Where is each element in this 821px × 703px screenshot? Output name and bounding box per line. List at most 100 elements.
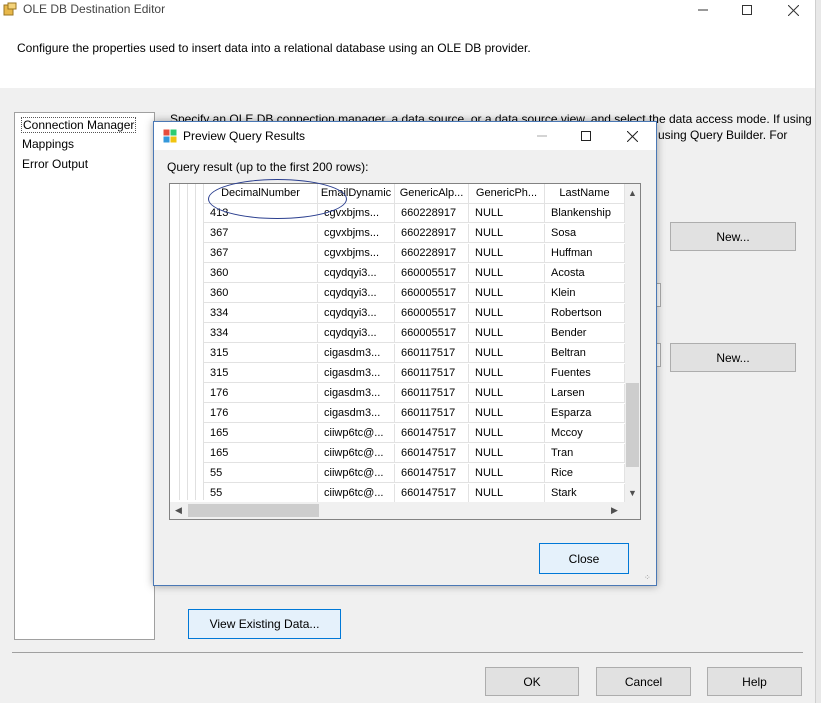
- table-cell: NULL: [469, 364, 545, 383]
- table-cell: 660228917: [395, 204, 469, 223]
- table-cell: NULL: [469, 464, 545, 483]
- table-cell: cigasdm3...: [318, 404, 395, 423]
- column-header[interactable]: GenericAlp...: [395, 184, 469, 204]
- table-cell: 334: [204, 324, 318, 343]
- table-row[interactable]: 367 cgvxbjms... 660228917 NULL Huffman: [170, 244, 625, 264]
- table-row[interactable]: 176 cigasdm3... 660117517 NULL Esparza: [170, 404, 625, 424]
- table-cell: NULL: [469, 284, 545, 303]
- view-existing-data-button[interactable]: View Existing Data...: [188, 609, 341, 639]
- table-cell: 367: [204, 244, 318, 263]
- table-row[interactable]: 315 cigasdm3... 660117517 NULL Fuentes: [170, 364, 625, 384]
- table-row[interactable]: 165 ciiwp6tc@... 660147517 NULL Mccoy: [170, 424, 625, 444]
- table-cell: 660147517: [395, 444, 469, 463]
- scroll-right-icon[interactable]: ▶: [606, 502, 623, 519]
- resize-grip-icon[interactable]: ⁘: [644, 573, 654, 583]
- table-cell: Klein: [545, 284, 625, 303]
- table-cell: 660117517: [395, 404, 469, 423]
- table-row[interactable]: 165 ciiwp6tc@... 660147517 NULL Tran: [170, 444, 625, 464]
- table-row[interactable]: 413 cgvxbjms... 660228917 NULL Blankenship: [170, 204, 625, 224]
- table-row[interactable]: 334 cqydqyi3... 660005517 NULL Bender: [170, 324, 625, 344]
- table-cell: cigasdm3...: [318, 344, 395, 363]
- ok-button[interactable]: OK: [485, 667, 579, 696]
- table-cell: Huffman: [545, 244, 625, 263]
- table-row[interactable]: 360 cqydqyi3... 660005517 NULL Klein: [170, 284, 625, 304]
- table-cell: 660117517: [395, 344, 469, 363]
- table-row[interactable]: 315 cigasdm3... 660117517 NULL Beltran: [170, 344, 625, 364]
- table-cell: NULL: [469, 304, 545, 323]
- table-cell: ciiwp6tc@...: [318, 464, 395, 483]
- vertical-scrollbar[interactable]: ▲ ▼: [625, 184, 640, 502]
- table-cell: 413: [204, 204, 318, 223]
- table-cell: 660005517: [395, 304, 469, 323]
- table-row[interactable]: 367 cgvxbjms... 660228917 NULL Sosa: [170, 224, 625, 244]
- table-cell: Beltran: [545, 344, 625, 363]
- table-cell: NULL: [469, 424, 545, 443]
- dialog-close-x-button[interactable]: [610, 122, 654, 150]
- new-connection-button[interactable]: New...: [670, 222, 796, 251]
- table-cell: Robertson: [545, 304, 625, 323]
- scroll-left-icon[interactable]: ◀: [170, 502, 187, 519]
- scroll-up-icon[interactable]: ▲: [625, 184, 640, 201]
- scroll-down-icon[interactable]: ▼: [625, 484, 640, 501]
- table-cell: NULL: [469, 224, 545, 243]
- table-cell: cigasdm3...: [318, 364, 395, 383]
- table-row[interactable]: 360 cqydqyi3... 660005517 NULL Acosta: [170, 264, 625, 284]
- table-cell: 660005517: [395, 324, 469, 343]
- table-cell: 660228917: [395, 244, 469, 263]
- new-table-button[interactable]: New...: [670, 343, 796, 372]
- column-header[interactable]: LastName: [545, 184, 625, 204]
- nav-item-mappings[interactable]: Mappings: [21, 137, 75, 151]
- window-title: OLE DB Destination Editor: [23, 2, 166, 16]
- vertical-scroll-thumb[interactable]: [626, 383, 639, 467]
- column-header[interactable]: DecimalNumber: [204, 184, 318, 204]
- table-cell: Fuentes: [545, 364, 625, 383]
- grid-body: 413 cgvxbjms... 660228917 NULL Blankenship 36…: [170, 204, 625, 504]
- maximize-button[interactable]: [724, 0, 770, 20]
- table-row[interactable]: 334 cqydqyi3... 660005517 NULL Robertson: [170, 304, 625, 324]
- table-cell: NULL: [469, 444, 545, 463]
- minimize-button[interactable]: [680, 0, 726, 20]
- help-button[interactable]: Help: [707, 667, 802, 696]
- table-row[interactable]: 55 ciiwp6tc@... 660147517 NULL Stark: [170, 484, 625, 504]
- table-cell: Acosta: [545, 264, 625, 283]
- table-row[interactable]: 55 ciiwp6tc@... 660147517 NULL Rice: [170, 464, 625, 484]
- nav-item-connection-manager[interactable]: Connection Manager: [21, 117, 137, 133]
- table-cell: 315: [204, 364, 318, 383]
- maximize-icon: [742, 5, 752, 15]
- horizontal-scroll-thumb[interactable]: [188, 504, 319, 517]
- nav-panel: Connection Manager Mappings Error Output: [14, 112, 155, 640]
- table-cell: 660147517: [395, 424, 469, 443]
- column-header[interactable]: EmailDynamic: [318, 184, 395, 204]
- table-cell: 660147517: [395, 484, 469, 503]
- table-cell: cgvxbjms...: [318, 204, 395, 223]
- table-cell: ciiwp6tc@...: [318, 484, 395, 503]
- background-window-edge: [815, 0, 821, 703]
- table-cell: ciiwp6tc@...: [318, 424, 395, 443]
- minimize-icon: [698, 9, 708, 11]
- table-cell: 360: [204, 264, 318, 283]
- table-row[interactable]: 176 cigasdm3... 660117517 NULL Larsen: [170, 384, 625, 404]
- close-button[interactable]: Close: [539, 543, 629, 574]
- table-cell: Larsen: [545, 384, 625, 403]
- dialog-minimize-button[interactable]: [520, 122, 564, 150]
- horizontal-scrollbar[interactable]: ◀ ▶: [170, 502, 625, 519]
- table-cell: 165: [204, 444, 318, 463]
- table-cell: 367: [204, 224, 318, 243]
- table-cell: cqydqyi3...: [318, 284, 395, 303]
- table-cell: 660228917: [395, 224, 469, 243]
- banner-description: Configure the properties used to insert …: [17, 41, 531, 55]
- table-cell: cqydqyi3...: [318, 264, 395, 283]
- dialog-maximize-button[interactable]: [564, 122, 608, 150]
- table-cell: Stark: [545, 484, 625, 503]
- nav-item-error-output[interactable]: Error Output: [21, 157, 89, 171]
- table-cell: NULL: [469, 484, 545, 503]
- close-window-button[interactable]: [770, 0, 816, 20]
- table-cell: cqydqyi3...: [318, 304, 395, 323]
- table-cell: NULL: [469, 264, 545, 283]
- table-cell: cqydqyi3...: [318, 324, 395, 343]
- query-result-label: Query result (up to the first 200 rows):: [167, 160, 369, 174]
- query-results-grid[interactable]: DecimalNumber EmailDynamic GenericAlp... Ge…: [169, 183, 641, 520]
- preview-query-results-dialog: Preview Query Results Query result (up t…: [153, 121, 657, 586]
- column-header[interactable]: GenericPh...: [469, 184, 545, 204]
- cancel-button[interactable]: Cancel: [596, 667, 691, 696]
